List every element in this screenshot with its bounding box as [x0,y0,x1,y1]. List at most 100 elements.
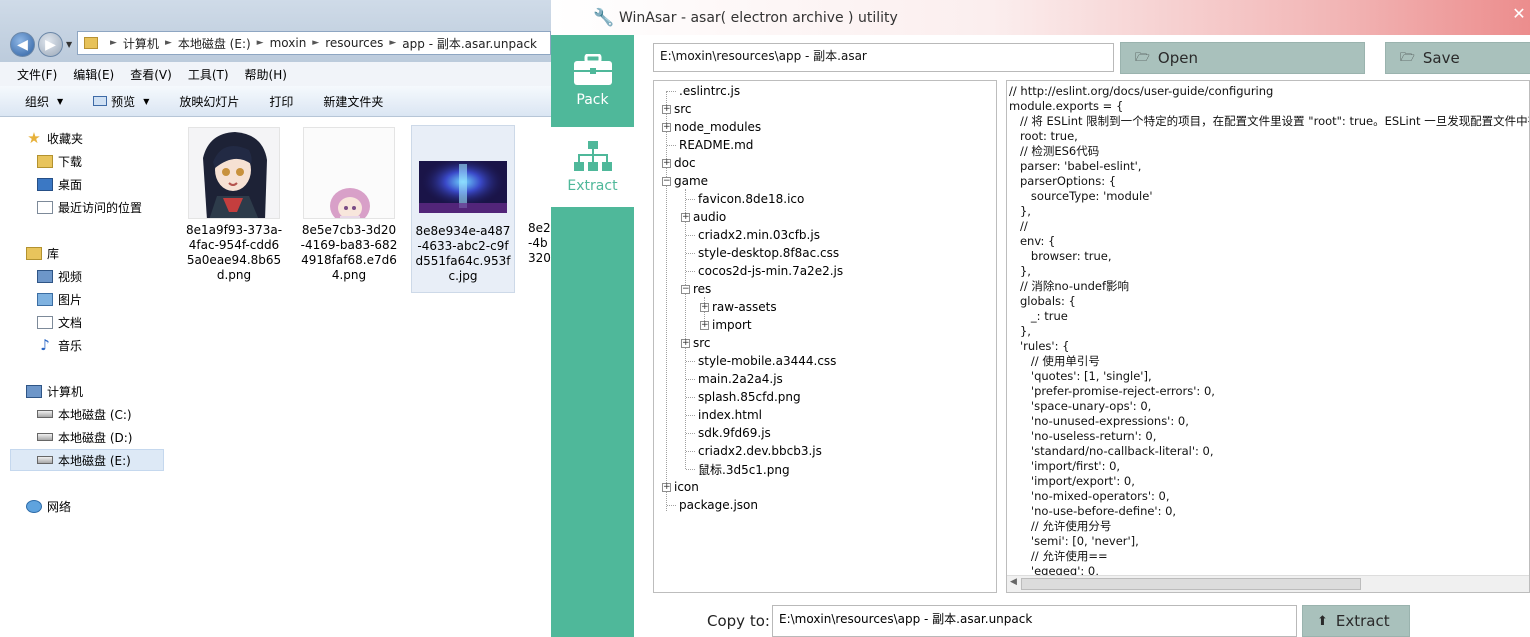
nav-computer[interactable]: 计算机 [26,380,83,402]
expand-icon[interactable]: + [662,104,671,114]
menu-tools[interactable]: 工具(T) [188,66,229,83]
file-item-selected[interactable]: 8e8e934e-a487 -4633-abc2-c9f d551fa64c.9… [411,125,515,293]
tree-node[interactable]: − game [662,172,708,190]
collapse-icon[interactable]: − [662,176,671,186]
tree-node[interactable]: README.md [667,136,753,154]
tree-node[interactable]: cocos2d-js-min.7a2e2.js [686,262,843,280]
upload-icon: ⬆ [1317,613,1328,629]
archive-tree[interactable]: .eslintrc.js + src + node_modules README.m… [653,80,997,593]
preview-button[interactable]: 预览 ▼ [93,93,149,110]
tree-node[interactable]: main.2a2a4.js [686,370,783,388]
pack-tab[interactable]: Pack [551,35,634,127]
breadcrumb-app[interactable]: app - 副本.asar.unpack [402,35,537,52]
menu-edit[interactable]: 编辑(E) [73,66,114,83]
organize-button[interactable]: 组织 ▼ [25,93,63,110]
slideshow-button[interactable]: 放映幻灯片 [179,93,239,110]
tree-node[interactable]: package.json [667,496,758,514]
expand-icon[interactable]: + [700,320,709,330]
open-button[interactable]: 🗁 Open [1120,42,1365,74]
chevron-right-icon[interactable]: ► [312,38,319,48]
tree-node[interactable]: favicon.8de18.ico [686,190,804,208]
tree-node[interactable]: + node_modules [662,118,761,136]
tree-node[interactable]: + doc [662,154,696,172]
expand-icon[interactable]: + [662,122,671,132]
tree-node[interactable]: splash.85cfd.png [686,388,801,406]
tree-node[interactable]: criadx2.min.03cfb.js [686,226,820,244]
nav-disk-e-label: 本地磁盘 (E:) [58,453,131,468]
tree-node-label: criadx2.min.03cfb.js [698,228,820,242]
save-button[interactable]: 🗁 Save [1385,42,1530,74]
extract-tab[interactable]: Extract [551,127,634,207]
nav-disk-e[interactable]: 本地磁盘 (E:) [10,449,164,471]
file-item[interactable]: 8e5e7cb3-3d20 -4169-ba83-682 4918faf68.e… [297,125,401,283]
nav-network[interactable]: 网络 [26,495,71,517]
nav-favorites[interactable]: ★ 收藏夹 [26,127,83,149]
print-button[interactable]: 打印 [269,93,293,110]
expand-icon[interactable]: + [662,482,671,492]
collapse-icon[interactable]: − [681,284,690,294]
breadcrumb-resources[interactable]: resources [325,36,383,50]
nav-documents[interactable]: 文档 [37,311,82,333]
tree-node[interactable]: + src [662,100,692,118]
tree-node[interactable]: + audio [681,208,726,226]
tree-node[interactable]: + icon [662,478,699,496]
history-dropdown-icon[interactable]: ▼ [66,40,72,49]
wrench-icon: 🔧 [593,8,615,28]
chevron-right-icon[interactable]: ► [257,38,264,48]
expand-icon[interactable]: + [681,338,690,348]
nav-videos[interactable]: 视频 [37,265,82,287]
tree-node[interactable]: criadx2.dev.bbcb3.js [686,442,822,460]
file-name-line: 8e2 [528,221,551,235]
tree-node[interactable]: style-desktop.8f8ac.css [686,244,839,262]
horizontal-scrollbar[interactable]: ◀ [1007,575,1529,592]
tree-node[interactable]: + import [700,316,752,334]
breadcrumb-computer[interactable]: 计算机 [123,35,159,52]
extract-button[interactable]: ⬆ Extract [1302,605,1410,637]
file-item-partial[interactable]: 8e2 -4b 320 [528,221,551,266]
expand-icon[interactable]: + [681,212,690,222]
tree-node-label: package.json [679,498,759,512]
scrollbar-thumb[interactable] [1021,578,1361,590]
nav-disk-d[interactable]: 本地磁盘 (D:) [37,426,132,448]
tree-node[interactable]: + src [681,334,711,352]
copy-to-input[interactable]: E:\moxin\resources\app - 副本.asar.unpack [772,605,1297,637]
nav-pictures[interactable]: 图片 [37,288,82,310]
asar-path-input[interactable]: E:\moxin\resources\app - 副本.asar [653,43,1114,72]
scroll-left-icon[interactable]: ◀ [1010,577,1017,587]
chevron-right-icon[interactable]: ► [389,38,396,48]
menu-view[interactable]: 查看(V) [130,66,172,83]
close-button[interactable]: ✕ [1504,4,1530,24]
nav-recent[interactable]: 最近访问的位置 [37,196,142,218]
chevron-right-icon[interactable]: ► [165,38,172,48]
back-button[interactable]: ◀ [10,32,35,57]
breadcrumb-moxin[interactable]: moxin [270,36,307,50]
file-preview[interactable]: // http://eslint.org/docs/user-guide/con… [1006,80,1530,593]
tree-node[interactable]: style-mobile.a3444.css [686,352,836,370]
expand-icon[interactable]: + [662,158,671,168]
nav-music[interactable]: ♪ 音乐 [37,334,82,356]
tree-node[interactable]: − res [681,280,711,298]
tree-node-label: criadx2.dev.bbcb3.js [698,444,822,458]
menu-file[interactable]: 文件(F) [17,66,57,83]
menu-help[interactable]: 帮助(H) [245,66,287,83]
tree-node[interactable]: + raw-assets [700,298,777,316]
nav-disk-c[interactable]: 本地磁盘 (C:) [37,403,132,425]
file-name-line: 8e5e7cb3-3d20 [301,223,397,237]
new-folder-button[interactable]: 新建文件夹 [323,93,383,110]
document-icon [37,315,53,329]
chevron-right-icon[interactable]: ► [110,38,117,48]
address-bar[interactable]: ► 计算机 ► 本地磁盘 (E:) ► moxin ► resources ► … [77,31,551,55]
file-item[interactable]: 8e1a9f93-373a- 4fac-954f-cdd6 5a0eae94.8… [182,125,286,283]
nav-libraries[interactable]: 库 [26,242,59,264]
nav-desktop[interactable]: 桌面 [37,173,82,195]
tree-node[interactable]: index.html [686,406,762,424]
tree-node[interactable]: 鼠标.3d5c1.png [686,460,790,478]
forward-button[interactable]: ▶ [38,32,63,57]
expand-icon[interactable]: + [700,302,709,312]
nav-documents-label: 文档 [58,315,83,330]
nav-downloads[interactable]: 下载 [37,150,82,172]
winasar-window: 🔧 WinAsar - asar( electron archive ) uti… [551,0,1530,637]
breadcrumb-disk-e[interactable]: 本地磁盘 (E:) [178,35,251,52]
tree-node[interactable]: sdk.9fd69.js [686,424,771,442]
tree-node[interactable]: .eslintrc.js [667,82,740,100]
